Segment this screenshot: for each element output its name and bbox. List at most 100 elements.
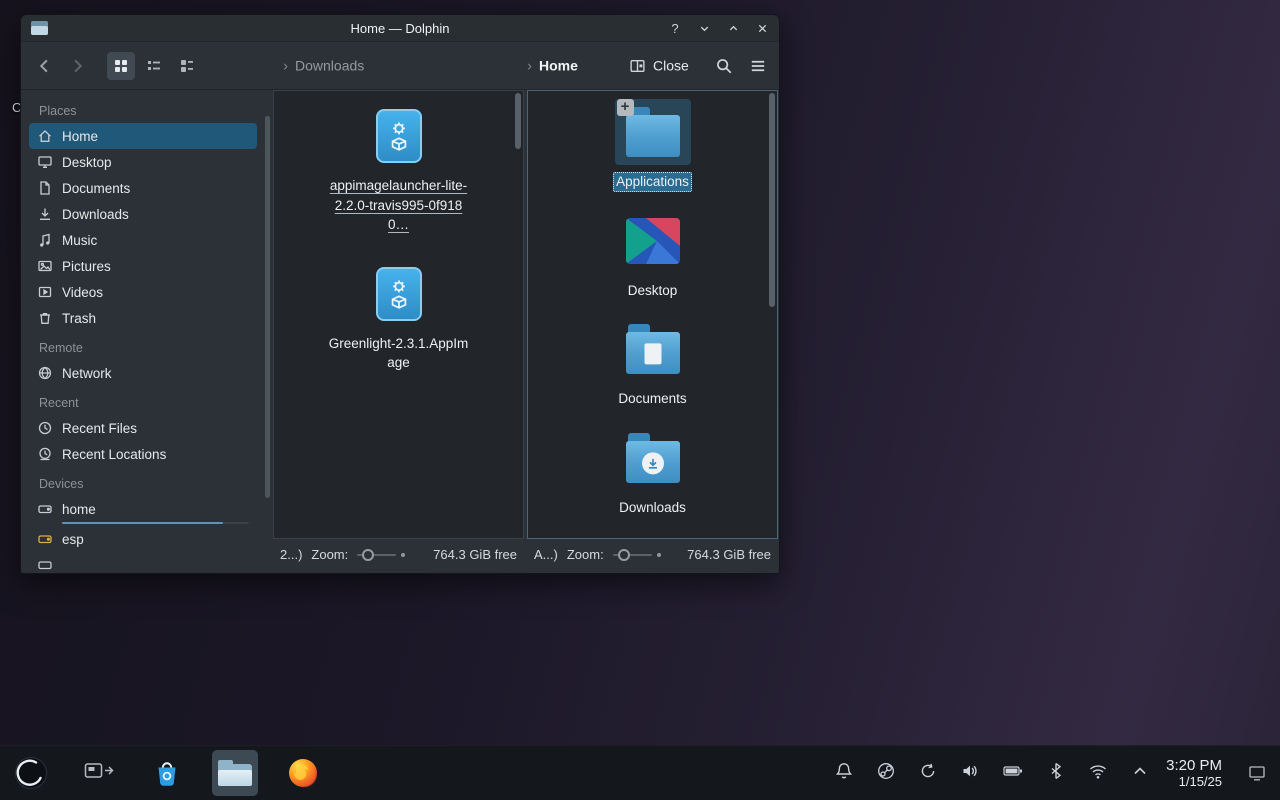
dolphin-window: Home — Dolphin ? [20,14,780,574]
sidebar-item-label: Pictures [62,259,111,274]
volume-tray-icon[interactable] [960,761,980,786]
dolphin-icon [218,760,252,786]
pane-downloads-view[interactable]: appimagelauncher-lite-2.2.0-travis995-0f… [274,91,523,538]
circular-arrow-tray-icon[interactable] [918,761,938,786]
application-launcher-button[interactable] [8,750,54,796]
search-icon [715,57,733,75]
titlebar[interactable]: Home — Dolphin ? [21,15,779,42]
firefox-taskbar-button[interactable] [280,750,326,796]
breadcrumb-left-pane[interactable]: › Downloads [283,57,364,74]
section-title-remote: Remote [29,331,273,360]
help-button[interactable]: ? [668,21,682,36]
sidebar-item-recent-files[interactable]: Recent Files [29,415,257,441]
zoom-label: Zoom: [311,547,348,562]
folder-label: Desktop [628,281,678,301]
applications-folder-icon: + [626,115,680,157]
sidebar-item-device-esp[interactable]: esp [29,526,257,552]
network-globe-icon [37,365,53,381]
pane-downloads: appimagelauncher-lite-2.2.0-travis995-0f… [273,90,524,539]
selection-info: 2...) [280,547,302,562]
sidebar-item-desktop[interactable]: Desktop [29,149,257,175]
zoom-slider[interactable] [357,548,405,562]
bluetooth-tray-icon[interactable] [1046,761,1066,786]
breadcrumb-home[interactable]: Home [539,58,578,74]
breadcrumb-downloads[interactable]: Downloads [295,58,364,74]
sidebar-item-label: Home [62,129,98,144]
plus-emblem-icon: + [617,99,634,116]
virtual-desktop-pager[interactable] [76,750,122,796]
close-split-view-button[interactable]: Close [629,57,689,74]
close-button[interactable] [755,23,769,34]
sidebar-item-music[interactable]: Music [29,227,257,253]
breadcrumb-right-pane[interactable]: › Home [527,57,578,74]
discover-taskbar-button[interactable] [144,750,190,796]
bell-icon [834,761,854,781]
search-button[interactable] [715,57,733,75]
downloads-folder-icon [626,441,680,483]
sidebar-item-downloads[interactable]: Downloads [29,201,257,227]
sidebar-item-trash[interactable]: Trash [29,305,257,331]
steam-tray-icon[interactable] [876,761,896,786]
sidebar-item-recent-locations[interactable]: Recent Locations [29,441,257,467]
trash-icon [37,310,53,326]
folder-item-downloads[interactable]: Downloads [577,425,729,518]
sidebar-item-home[interactable]: Home [29,123,257,149]
pane-scrollbar[interactable] [769,93,775,307]
pane-scrollbar[interactable] [515,93,521,149]
close-split-icon [629,57,646,74]
zoom-slider[interactable] [613,548,661,562]
back-button[interactable] [35,56,55,76]
expand-tray-button[interactable] [1130,761,1150,786]
battery-tray-icon[interactable] [1002,761,1024,786]
section-title-places: Places [29,94,273,123]
home-icon [37,128,53,144]
video-icon [37,284,53,300]
steam-icon [876,761,896,781]
dolphin-app-icon [31,21,48,35]
wifi-tray-icon[interactable] [1088,761,1108,786]
sidebar-item-device-home[interactable]: home [29,496,257,522]
breadcrumb-chevron-icon: › [283,57,288,74]
digital-clock[interactable]: 3:20 PM 1/15/25 [1166,757,1222,789]
file-item-appimagelauncher[interactable]: appimagelauncher-lite-2.2.0-travis995-0f… [323,103,475,235]
bluetooth-icon [1046,761,1066,781]
sidebar-item-pictures[interactable]: Pictures [29,253,257,279]
icons-view-button[interactable] [107,52,135,80]
sidebar-item-videos[interactable]: Videos [29,279,257,305]
window-title: Home — Dolphin [21,21,779,36]
statusbar-home: A...) Zoom: 764.3 GiB free [527,540,778,569]
hamburger-icon [749,57,767,75]
selection-info: A...) [534,547,558,562]
forward-button[interactable] [67,56,87,76]
hard-drive-icon [37,531,53,547]
sidebar-item-label: Recent Locations [62,447,166,462]
sidebar-item-label: Desktop [62,155,112,170]
dolphin-taskbar-button[interactable] [212,750,258,796]
folder-item-documents[interactable]: Documents [577,316,729,409]
file-item-greenlight[interactable]: Greenlight-2.3.1.AppImage [323,261,475,373]
hamburger-menu-button[interactable] [749,57,767,75]
folder-item-desktop[interactable]: Desktop [577,208,729,301]
folder-item-applications[interactable]: + Applications [577,99,729,192]
breadcrumb-chevron-icon: › [527,57,532,74]
maximize-button[interactable] [726,23,740,34]
details-view-button[interactable] [173,52,201,80]
folder-item-clipped[interactable] [577,533,729,538]
main-toolbar: › Downloads › Home Close [21,42,779,90]
document-emblem-icon [644,343,661,364]
hard-drive-icon [37,501,53,517]
show-desktop-button[interactable] [1242,750,1272,796]
sidebar-item-device-partial[interactable] [29,552,257,573]
speaker-icon [960,761,980,781]
sidebar-scrollbar[interactable] [265,116,270,498]
sidebar-item-documents[interactable]: Documents [29,175,257,201]
sidebar-item-network[interactable]: Network [29,360,257,386]
sidebar-item-label: Videos [62,285,103,300]
sidebar-item-label: home [62,502,96,517]
minimize-button[interactable] [697,23,711,34]
wifi-icon [1088,761,1108,781]
compact-view-button[interactable] [140,52,168,80]
discover-icon [152,758,182,788]
notifications-tray-icon[interactable] [834,761,854,786]
pane-home-view[interactable]: + Applications [528,91,777,538]
